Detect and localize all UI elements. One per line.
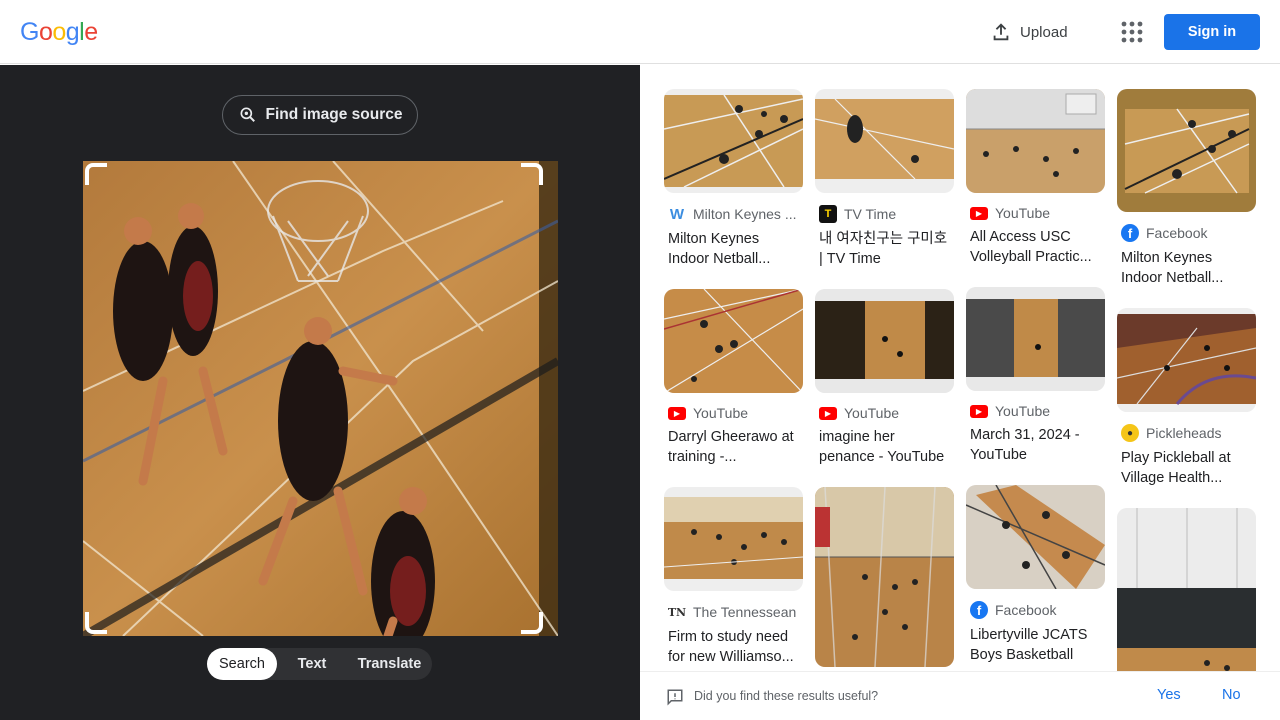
mode-selector: Search Text Translate (207, 648, 432, 680)
youtube-icon: ▶ (668, 406, 686, 420)
result-title[interactable]: March 31, 2024 - YouTube (966, 425, 1105, 465)
result-source: ▶ YouTube (815, 405, 954, 421)
result-thumbnail[interactable] (664, 289, 803, 393)
result-source: TN The Tennessean (667, 603, 797, 621)
feedback-yes-button[interactable]: Yes (1157, 687, 1181, 703)
results-column-3: ▶ YouTube All Access USC Volleyball Prac… (966, 89, 1105, 671)
facebook-icon: f (1121, 224, 1139, 242)
result-card[interactable]: T TV Time 내 여자친구는 구미호 | TV Time (815, 89, 954, 269)
result-thumbnail[interactable] (815, 289, 954, 393)
result-card[interactable]: ● Pickleheads Play Pickleball at Village… (1117, 308, 1256, 488)
feedback-question: Did you find these results useful? (694, 689, 879, 703)
crop-handle-bottom-right[interactable] (521, 612, 543, 634)
result-thumbnail[interactable] (966, 89, 1105, 193)
result-source: W Milton Keynes ... (668, 205, 797, 223)
result-thumbnail[interactable] (1117, 308, 1256, 412)
mode-translate-tab[interactable]: Translate (347, 648, 432, 680)
google-logo[interactable]: Google (20, 18, 98, 47)
crop-handle-top-left[interactable] (85, 163, 107, 185)
top-bar: Google Upload Sign in (0, 0, 1280, 64)
result-thumbnail[interactable] (966, 485, 1105, 589)
youtube-icon: ▶ (970, 404, 988, 418)
feedback-icon (667, 689, 683, 706)
youtube-icon: ▶ (819, 406, 837, 420)
feedback-bar: Did you find these results useful? Yes N… (640, 671, 1280, 720)
result-title[interactable]: All Access USC Volleyball Practic... (966, 227, 1105, 267)
upload-icon (993, 23, 1009, 41)
mode-search-tab[interactable]: Search (207, 648, 277, 680)
result-title[interactable]: Milton Keynes Indoor Netball... (1117, 248, 1256, 288)
find-image-source-button[interactable]: Find image source (222, 95, 418, 135)
result-source: f Facebook (1117, 224, 1256, 242)
pickleheads-icon: ● (1121, 424, 1139, 442)
result-thumbnail[interactable] (966, 287, 1105, 391)
results-column-1: W Milton Keynes ... Milton Keynes Indoor… (664, 89, 803, 671)
feedback-no-button[interactable]: No (1222, 687, 1241, 703)
tvtime-icon: T (819, 205, 837, 223)
query-image[interactable] (83, 161, 558, 636)
result-title[interactable]: Milton Keynes Indoor Netball... (664, 229, 803, 269)
result-title[interactable]: Firm to study need for new Williamso... (664, 627, 803, 667)
find-image-source-label: Find image source (265, 106, 403, 123)
result-card[interactable]: W Milton Keynes ... Milton Keynes Indoor… (664, 89, 803, 269)
result-title[interactable]: 내 여자친구는 구미호 | TV Time (815, 229, 954, 269)
result-thumbnail[interactable] (664, 487, 803, 591)
crop-handle-bottom-left[interactable] (85, 612, 107, 634)
result-card[interactable]: ▶ YouTube imagine her penance - YouTube (815, 289, 954, 467)
result-thumbnail[interactable] (1117, 89, 1256, 212)
lens-search-icon (240, 107, 255, 122)
result-title[interactable]: Play Pickleball at Village Health... (1117, 448, 1256, 488)
result-thumbnail[interactable] (664, 89, 803, 193)
result-title[interactable]: Libertyville JCATS Boys Basketball (966, 625, 1105, 665)
visual-matches-grid: W Milton Keynes ... Milton Keynes Indoor… (640, 65, 1280, 671)
result-card[interactable]: ▶ YouTube Darryl Gheerawo at training -.… (664, 289, 803, 467)
result-card[interactable]: ▶ YouTube March 31, 2024 - YouTube (966, 287, 1105, 465)
result-source: f Facebook (966, 601, 1105, 619)
youtube-icon: ▶ (970, 206, 988, 220)
mode-text-tab[interactable]: Text (277, 648, 347, 680)
result-card[interactable]: ▶ YouTube All Access USC Volleyball Prac… (966, 89, 1105, 267)
result-card[interactable]: f Facebook Milton Keynes Indoor Netball.… (1117, 89, 1256, 288)
result-card[interactable]: TN The Tennessean Firm to study need for… (664, 487, 803, 667)
crop-handle-top-right[interactable] (521, 163, 543, 185)
result-card[interactable] (1117, 508, 1256, 671)
result-source: ▶ YouTube (664, 405, 803, 421)
result-source: ▶ YouTube (966, 403, 1105, 419)
result-source: ● Pickleheads (1117, 424, 1256, 442)
result-source: ▶ YouTube (966, 205, 1105, 221)
result-thumbnail[interactable] (815, 487, 954, 667)
apps-grid-icon[interactable] (1119, 19, 1145, 45)
weebly-icon: W (668, 205, 686, 223)
result-card[interactable]: f Facebook Libertyville JCATS Boys Baske… (966, 485, 1105, 665)
result-source: T TV Time (815, 205, 954, 223)
tennessean-icon: TN (668, 603, 686, 621)
upload-button[interactable]: Upload (990, 18, 1068, 46)
results-column-2: T TV Time 내 여자친구는 구미호 | TV Time ▶ YouTub… (815, 89, 954, 671)
result-title[interactable]: Darryl Gheerawo at training -... (664, 427, 803, 467)
result-title[interactable]: imagine her penance - YouTube (815, 427, 954, 467)
query-image-panel: Find image source Search Text Translate (0, 65, 640, 720)
result-card[interactable] (815, 487, 954, 667)
results-column-4: f Facebook Milton Keynes Indoor Netball.… (1117, 89, 1256, 671)
upload-label: Upload (1020, 23, 1068, 41)
sign-in-button[interactable]: Sign in (1164, 14, 1260, 50)
result-thumbnail[interactable] (1117, 508, 1256, 671)
result-thumbnail[interactable] (815, 89, 954, 193)
facebook-icon: f (970, 601, 988, 619)
